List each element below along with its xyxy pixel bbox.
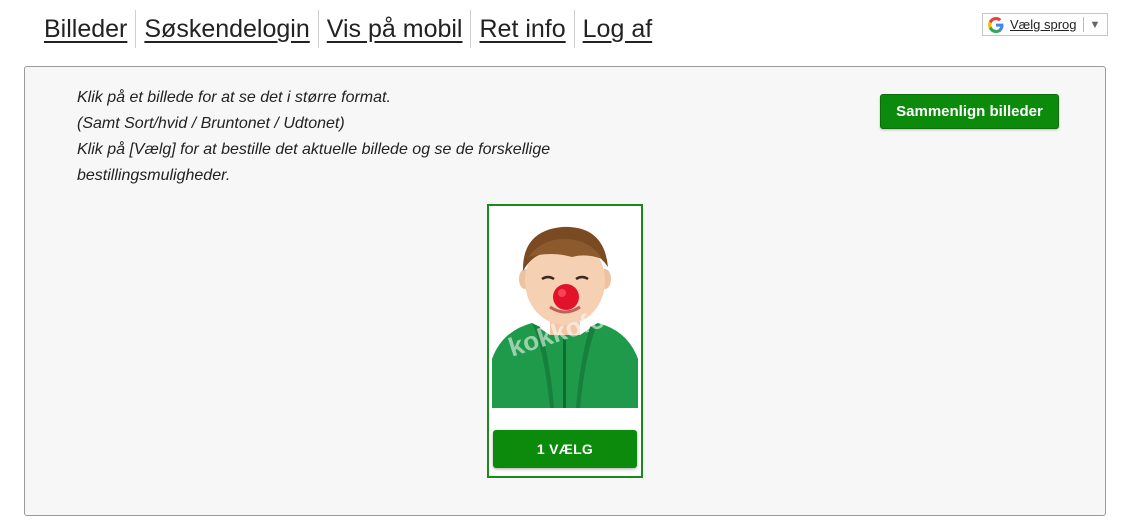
chevron-down-icon: ▼ (1089, 18, 1101, 31)
child-portrait-image: kokkofoto (492, 209, 638, 408)
nav-link-billeder[interactable]: Billeder (44, 15, 127, 43)
nav-link-vis-paa-mobil[interactable]: Vis på mobil (327, 15, 463, 43)
nav-item-vis-paa-mobil: Vis på mobil (319, 10, 472, 48)
nav-item-soskendelogin: Søskendelogin (136, 10, 319, 48)
language-label: Vælg sprog (1010, 17, 1077, 32)
nav-link-ret-info[interactable]: Ret info (479, 15, 565, 43)
language-selector[interactable]: Vælg sprog ▼ (982, 13, 1108, 36)
photo-card: kokkofoto 1 VÆLG (487, 204, 643, 478)
nav-link-soskendelogin[interactable]: Søskendelogin (144, 15, 309, 43)
nav-item-ret-info: Ret info (471, 10, 575, 48)
page: Billeder Søskendelogin Vis på mobil Ret … (0, 0, 1134, 532)
photo-thumbnail[interactable]: kokkofoto (492, 209, 638, 408)
instruction-line-3: Klik på [Vælg] for at bestille det aktue… (77, 141, 551, 184)
nav-item-billeder: Billeder (40, 10, 137, 48)
google-g-icon (987, 16, 1005, 34)
top-navigation: Billeder Søskendelogin Vis på mobil Ret … (40, 10, 660, 48)
instructions: Klik på et billede for at se det i størr… (77, 85, 597, 189)
photo-panel: Klik på et billede for at se det i størr… (24, 66, 1106, 516)
nav-item-log-af: Log af (575, 10, 661, 48)
choose-photo-button[interactable]: 1 VÆLG (493, 430, 637, 468)
instruction-line-1: Klik på et billede for at se det i størr… (77, 89, 391, 106)
nav-link-log-af[interactable]: Log af (583, 15, 653, 43)
instruction-line-2: (Samt Sort/hvid / Bruntonet / Udtonet) (77, 115, 345, 132)
compare-photos-button[interactable]: Sammenlign billeder (880, 94, 1059, 129)
language-divider (1083, 17, 1085, 32)
